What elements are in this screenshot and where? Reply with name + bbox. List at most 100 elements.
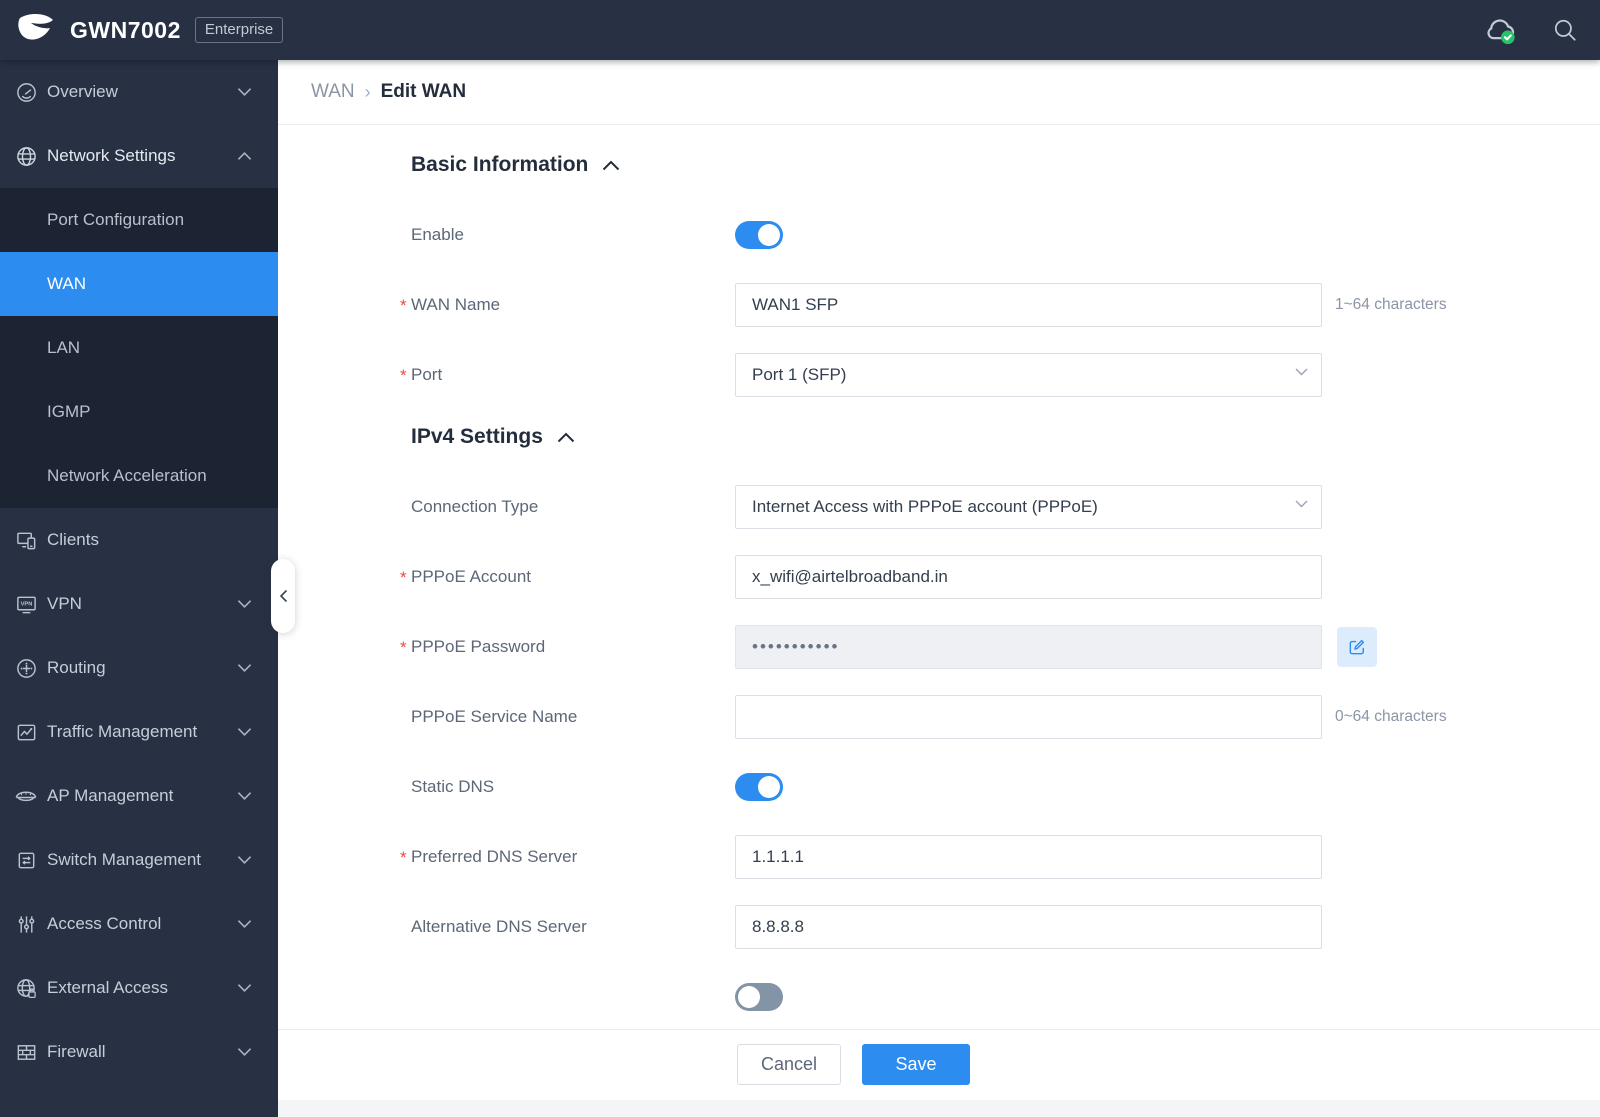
toggle-knob xyxy=(758,224,780,246)
toggle-knob xyxy=(738,986,760,1008)
traffic-chart-icon xyxy=(14,720,38,744)
clients-icon xyxy=(14,528,38,552)
sidebar-item-switch-management[interactable]: Switch Management xyxy=(0,828,278,892)
sidebar-item-overview[interactable]: Overview xyxy=(0,60,278,124)
sidebar-item-clients[interactable]: Clients xyxy=(0,508,278,572)
preferred-dns-input[interactable] xyxy=(735,835,1322,879)
sidebar-item-label: Network Settings xyxy=(47,146,176,165)
field-hint: 0~64 characters xyxy=(1335,708,1447,725)
cloud-status-icon[interactable] xyxy=(1482,13,1522,47)
search-icon[interactable] xyxy=(1552,17,1578,43)
sidebar-item-access-control[interactable]: Access Control xyxy=(0,892,278,956)
required-asterisk: * xyxy=(400,296,407,315)
sidebar-subitem-label: WAN xyxy=(47,274,87,293)
page-title: Edit WAN xyxy=(380,81,467,102)
field-label: Connection Type xyxy=(411,497,539,516)
field-row-static-dns: Static DNS xyxy=(411,765,1600,809)
chevron-down-icon xyxy=(237,663,252,673)
port-select[interactable] xyxy=(735,353,1322,397)
sliders-icon xyxy=(14,912,38,936)
section-title: IPv4 Settings xyxy=(411,425,543,448)
sidebar-item-label: Overview xyxy=(47,82,118,101)
sidebar-item-lan[interactable]: LAN xyxy=(0,316,278,380)
chevron-up-icon xyxy=(237,151,252,161)
breadcrumb-wan-link[interactable]: WAN xyxy=(311,81,355,103)
cancel-button[interactable]: Cancel xyxy=(737,1044,841,1085)
sidebar-collapse-handle[interactable] xyxy=(271,559,295,633)
edit-password-button[interactable] xyxy=(1337,627,1377,667)
sidebar-item-label: Routing xyxy=(47,658,106,677)
sidebar-subitem-label: Network Acceleration xyxy=(47,466,207,485)
switch-icon xyxy=(14,848,38,872)
routing-icon xyxy=(14,656,38,680)
edit-wan-form: Basic Information Enable *WAN Name 1~64 … xyxy=(278,125,1600,1019)
static-dns-toggle[interactable] xyxy=(735,773,783,801)
field-label: Static DNS xyxy=(411,777,495,796)
sidebar-subitem-label: LAN xyxy=(47,338,81,357)
field-label: * Port xyxy=(400,365,443,385)
section-basic-information[interactable]: Basic Information xyxy=(411,153,1600,177)
sidebar-nav: Overview Network Settings Port Configura… xyxy=(0,60,278,1117)
sidebar-item-label: Firewall xyxy=(47,1042,106,1061)
pencil-edit-icon xyxy=(1349,639,1365,655)
field-label: Enable xyxy=(411,225,464,244)
field-row-port: * Port xyxy=(400,353,1600,397)
wan-name-input[interactable] xyxy=(735,283,1322,327)
pppoe-service-name-input[interactable] xyxy=(735,695,1322,739)
chevron-down-icon xyxy=(237,855,252,865)
field-label: * WAN Name xyxy=(400,295,501,315)
connection-type-select[interactable] xyxy=(735,485,1322,529)
main-content: WAN › Edit WAN Basic Information Enable … xyxy=(278,60,1600,1117)
sidebar-item-port-configuration[interactable]: Port Configuration xyxy=(0,188,278,252)
collapse-chevron-up-icon xyxy=(557,432,575,442)
sidebar-item-label: Traffic Management xyxy=(47,722,198,741)
sidebar-item-wan[interactable]: WAN xyxy=(0,252,278,316)
sidebar-item-label: External Access xyxy=(47,978,168,997)
toggle-knob xyxy=(758,776,780,798)
svg-text:VPN: VPN xyxy=(20,601,32,607)
sidebar-item-igmp[interactable]: IGMP xyxy=(0,380,278,444)
pppoe-password-input xyxy=(735,625,1322,669)
sidebar-item-label: Clients xyxy=(47,530,99,549)
breadcrumb-separator: › xyxy=(364,81,371,102)
field-row-pppoe-service-name: PPPoE Service Name 0~64 characters xyxy=(411,695,1600,739)
gauge-icon xyxy=(14,80,38,104)
hidden-toggle[interactable] xyxy=(735,983,783,1011)
section-ipv4-settings[interactable]: IPv4 Settings xyxy=(411,425,1600,449)
section-title: Basic Information xyxy=(411,153,589,176)
chevron-down-icon xyxy=(237,919,252,929)
device-model-title: GWN7002 xyxy=(70,16,181,43)
network-settings-submenu: Port Configuration WAN LAN IGMP Network … xyxy=(0,188,278,508)
chevron-down-icon xyxy=(237,87,252,97)
field-row-pppoe-password: * PPPoE Password xyxy=(400,625,1600,669)
sidebar-item-network-settings[interactable]: Network Settings xyxy=(0,124,278,188)
field-label: * Preferred DNS Server xyxy=(400,847,578,867)
field-label: * PPPoE Account xyxy=(400,567,532,587)
pppoe-account-input[interactable] xyxy=(735,555,1322,599)
sidebar-item-routing[interactable]: Routing xyxy=(0,636,278,700)
sidebar-item-network-acceleration[interactable]: Network Acceleration xyxy=(0,444,278,508)
field-row-partially-hidden xyxy=(411,975,1600,1019)
sidebar-item-traffic-management[interactable]: Traffic Management xyxy=(0,700,278,764)
required-asterisk: * xyxy=(400,366,407,385)
alternative-dns-input[interactable] xyxy=(735,905,1322,949)
field-row-pppoe-account: * PPPoE Account xyxy=(400,555,1600,599)
enable-toggle[interactable] xyxy=(735,221,783,249)
field-row-preferred-dns: * Preferred DNS Server xyxy=(400,835,1600,879)
sidebar-item-label: Switch Management xyxy=(47,850,202,869)
sidebar-item-external-access[interactable]: External Access xyxy=(0,956,278,1020)
firewall-icon xyxy=(14,1040,38,1064)
field-row-connection-type: Connection Type xyxy=(411,485,1600,529)
save-button[interactable]: Save xyxy=(862,1044,970,1085)
sidebar-item-vpn[interactable]: VPN VPN xyxy=(0,572,278,636)
chevron-down-icon xyxy=(237,791,252,801)
chevron-down-icon xyxy=(237,983,252,993)
page-bottom-strip xyxy=(278,1100,1600,1117)
field-row-enable: Enable xyxy=(411,213,1600,257)
sidebar-item-ap-management[interactable]: AP Management xyxy=(0,764,278,828)
collapse-chevron-up-icon xyxy=(603,160,620,170)
sidebar-item-label: VPN xyxy=(47,594,82,613)
field-label: PPPoE Service Name xyxy=(411,707,578,726)
sidebar-item-firewall[interactable]: Firewall xyxy=(0,1020,278,1084)
globe-lock-icon xyxy=(14,976,38,1000)
